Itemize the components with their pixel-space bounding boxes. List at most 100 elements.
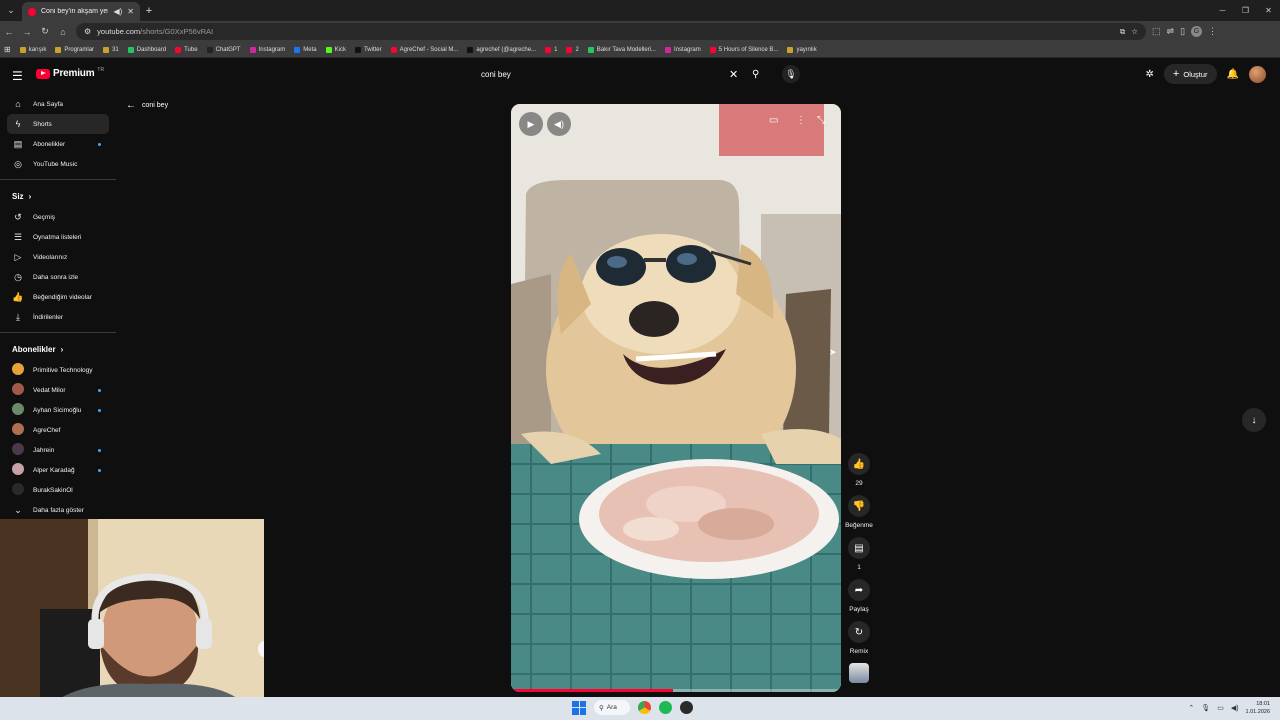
sidepanel-icon[interactable]: ▯ [1180,26,1185,37]
browser-tab-active[interactable]: Coni bey'in akşam yemeği ◀) ✕ [22,2,140,21]
bookmark-item[interactable]: Instagram [665,46,701,53]
sidebar-section-heading[interactable]: Siz › [12,185,116,207]
share-icon[interactable]: ➦ [848,579,870,601]
bookmark-item[interactable]: karışık [19,46,46,53]
shorts-video-player[interactable]: ▶ ◀) ▭ ⋮ ⤡ [511,104,841,692]
sidebar-item[interactable]: 👍 Beğendiğim videolar [7,287,109,307]
browser-profile-avatar[interactable]: G [1191,26,1203,37]
search-box[interactable]: coni bey ✕ ⚲ [473,64,773,84]
sidebar-item[interactable]: ⌂ Ana Sayfa [7,94,109,114]
fullscreen-exit-icon[interactable]: ⤡ [817,115,825,126]
sidebar-item[interactable]: ◎ YouTube Music [7,154,109,174]
voice-search-icon[interactable]: 🎙 [782,65,800,83]
network-icon[interactable]: ▭ [1217,704,1224,712]
close-tab-icon[interactable]: ✕ [127,7,134,16]
bookmark-item[interactable]: 2 [566,46,579,53]
bookmark-item[interactable]: AgreChef - Social M... [390,46,458,53]
bookmark-item[interactable]: Kick [325,46,346,53]
dislike-action[interactable]: 👎 Beğenme [843,495,875,533]
share-action[interactable]: ➦ Paylaş [843,579,875,617]
install-app-icon[interactable]: ⧉ [1120,27,1125,37]
bookmark-item[interactable]: Tube [175,46,198,53]
browser-menu-icon[interactable]: ⋮ [1208,26,1217,37]
volume-icon[interactable]: ◀) [1231,704,1239,712]
mute-button[interactable]: ◀) [547,112,571,136]
sidebar-item[interactable]: ϟ Shorts [7,114,109,134]
home-browser-icon[interactable]: ⌂ [54,27,72,37]
back-icon[interactable]: ← [0,27,18,37]
bookmark-item[interactable]: agrechef (@agreche... [467,46,536,53]
tab-search-icon[interactable]: ⌄ [0,0,22,21]
remix-action[interactable]: ↻ Remix [843,621,875,659]
sidebar-item[interactable]: Jahrein [7,440,109,460]
next-short-button[interactable]: ↓ [1242,408,1266,432]
sidebar-item[interactable]: ↺ Geçmiş [7,207,109,227]
spotify-taskbar-icon[interactable] [659,701,672,714]
system-clock[interactable]: 18:01 1.01.2026 [1246,700,1270,716]
close-window-icon[interactable]: ✕ [1257,0,1280,21]
taskbar-search[interactable]: ⚲ Ara [594,700,630,715]
sidebar-section-heading[interactable]: Abonelikler › [12,338,116,360]
thumbs-down-icon[interactable]: 👎 [848,495,870,517]
tab-audio-icon[interactable]: ◀) [113,7,122,16]
chrome-taskbar-icon[interactable] [638,701,651,714]
reading-list-icon[interactable]: ⇌ [1167,26,1175,37]
sidebar-item[interactable]: ◷ Daha sonra izle [7,267,109,287]
bookmark-star-icon[interactable]: ☆ [1131,27,1138,36]
extensions-icon[interactable]: ⬚ [1152,26,1161,37]
guide-menu-icon[interactable]: ☰ [12,69,23,83]
sidebar-item[interactable]: Vedat Milor [7,380,109,400]
site-info-icon[interactable]: ⚙ [84,27,91,36]
sidebar-item[interactable]: Alper Karadağ [7,460,109,480]
video-progress-bar[interactable] [511,689,841,692]
bookmark-item[interactable]: 31 [103,46,119,53]
cast-settings-icon[interactable]: ✲ [1146,69,1154,80]
like-action[interactable]: 👍 29 [843,453,875,491]
search-icon[interactable]: ⚲ [752,69,759,80]
back-to-search[interactable]: ← coni bey [126,100,168,111]
sidebar-item[interactable]: ▷ Videolarınız [7,247,109,267]
sidebar-item[interactable]: Ayhan Sicimoğlu [7,400,109,420]
comment-icon[interactable]: ▤ [848,537,870,559]
bookmark-item[interactable]: Programlar [55,46,94,53]
sidebar-item[interactable]: ⤓ İndirilenler [7,307,109,327]
account-avatar[interactable] [1249,65,1266,83]
bookmark-item[interactable]: 5 Hours of Silence B... [709,46,778,53]
more-options-icon[interactable]: ⋮ [796,115,806,126]
thumbs-up-icon[interactable]: 👍 [848,453,870,475]
bookmark-item[interactable]: Meta [294,46,317,53]
sidebar-item[interactable]: ▤ Abonelikler [7,134,109,154]
clear-search-icon[interactable]: ✕ [729,68,738,81]
notifications-bell-icon[interactable]: 🔔 [1227,69,1239,80]
bookmark-item[interactable]: yayınlık [787,46,817,53]
bookmark-item[interactable]: Dashboard [127,46,166,53]
bookmark-item[interactable]: ChatGPT [206,46,241,53]
search-input[interactable]: coni bey [481,70,511,79]
obs-taskbar-icon[interactable] [680,701,693,714]
reload-icon[interactable]: ↻ [36,26,54,37]
url-field[interactable]: ⚙ youtube.com/shorts/G0XxP56vRAI ⧉ ☆ [76,23,1146,40]
windows-start-icon[interactable] [572,700,586,715]
comments-action[interactable]: ▤ 1 [843,537,875,575]
bookmark-item[interactable]: Twitter [354,46,382,53]
sidebar-item[interactable]: ☰ Oynatma listeleri [7,227,109,247]
play-button[interactable]: ▶ [519,112,543,136]
sidebar-item[interactable]: AgreChef [7,420,109,440]
restore-icon[interactable]: ❐ [1234,0,1257,21]
captions-icon[interactable]: ▭ [769,115,778,126]
tray-chevron-icon[interactable]: ⌃ [1188,704,1194,712]
bookmark-item[interactable]: Instagram [249,46,285,53]
youtube-premium-logo[interactable]: Premium TR [36,67,104,79]
show-more-button[interactable]: ⌄ Daha fazla göster [7,500,109,520]
sound-thumbnail[interactable] [849,663,869,683]
minimize-icon[interactable]: ─ [1211,0,1234,21]
bookmark-item[interactable]: 1 [545,46,557,53]
forward-icon[interactable]: → [18,27,36,37]
remix-icon[interactable]: ↻ [848,621,870,643]
new-tab-button[interactable]: + [140,5,158,17]
create-button[interactable]: + Oluştur [1163,64,1217,84]
sidebar-item[interactable]: BurakSakinOl [7,480,109,500]
microphone-tray-icon[interactable]: 🎙 [1201,704,1210,712]
apps-grid-icon[interactable]: ⊞ [4,45,11,54]
bookmark-item[interactable]: Bakır Tava Modelleri... [587,46,656,53]
